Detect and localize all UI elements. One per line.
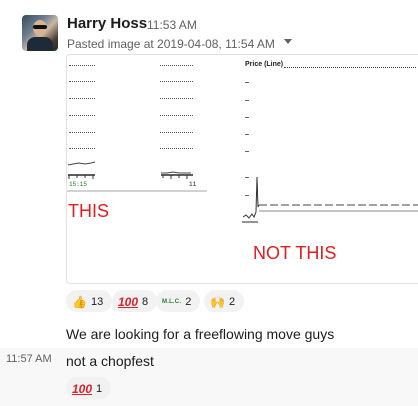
pasted-image[interactable]: 15:15 11 Price (Line) THIS NOT THIS (66, 54, 418, 284)
reaction-hundred[interactable]: 100 1 (66, 377, 112, 399)
reaction-count: 8 (142, 296, 149, 309)
hundred-icon: 100 (118, 295, 139, 310)
user-avatar[interactable] (22, 15, 58, 51)
chevron-down-icon[interactable] (284, 39, 292, 44)
thumbs-up-icon: 👍 (72, 295, 87, 310)
reaction-count: 2 (185, 296, 192, 309)
message-timestamp[interactable]: 11:53 AM (147, 18, 197, 32)
left-price-line (67, 161, 207, 192)
attachment-caption: Pasted image at 2019-04-08, 11:54 AM (67, 37, 275, 51)
left-right-label: 11 (189, 181, 197, 188)
followup-timestamp[interactable]: 11:57 AM (6, 353, 52, 365)
sender-name[interactable]: Harry Hoss (67, 15, 147, 32)
reaction-thumbs-up[interactable]: 👍 13 (66, 290, 113, 312)
label-this: THIS (68, 201, 110, 221)
reaction-count: 2 (228, 296, 236, 309)
reaction-count: 13 (90, 296, 104, 309)
hundred-icon: 100 (72, 382, 93, 397)
mlc-icon: M.L.C. (162, 299, 182, 306)
message-block: Harry Hoss 11:53 AM Pasted image at 2019… (0, 0, 418, 346)
right-chart-title: Price (Line) (245, 61, 284, 68)
raised-hands-icon: 🙌 (210, 295, 225, 310)
right-price-line (242, 176, 418, 223)
message-text: We are looking for a freeflowing move gu… (66, 326, 335, 342)
reaction-hundred[interactable]: 100 8 (112, 290, 158, 312)
reaction-raised-hands[interactable]: 🙌 2 (204, 290, 245, 312)
reaction-mlc[interactable]: M.L.C. 2 (156, 290, 201, 312)
followup-message-text: not a chopfest (66, 353, 154, 369)
right-chart-pane: Price (Line) (242, 57, 418, 242)
followup-message-row (0, 348, 418, 406)
reaction-count: 1 (96, 383, 103, 396)
left-time-label: 15:15 (69, 181, 88, 188)
left-chart-pane: 15:15 11 (67, 55, 249, 215)
label-not-this: NOT THIS (253, 243, 337, 263)
